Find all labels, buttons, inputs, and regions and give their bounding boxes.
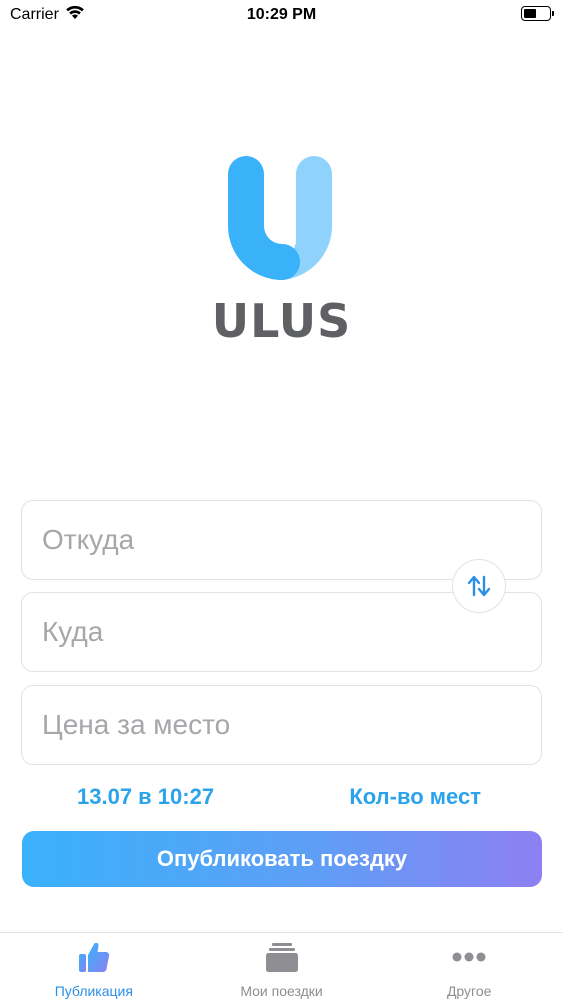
wifi-icon bbox=[65, 5, 85, 25]
tab-publish[interactable]: Публикация bbox=[0, 933, 188, 1000]
app-logo: ULUS bbox=[0, 156, 563, 344]
tab-my-trips[interactable]: Мои поездки bbox=[188, 933, 376, 1000]
status-left: Carrier bbox=[10, 5, 210, 25]
stack-icon bbox=[265, 939, 299, 975]
tab-publish-label: Публикация bbox=[54, 983, 133, 999]
battery-icon bbox=[521, 6, 554, 21]
date-time-link[interactable]: 13.07 в 10:27 bbox=[77, 784, 214, 810]
more-dots-icon bbox=[451, 939, 487, 975]
publish-trip-button[interactable]: Опубликовать поездку bbox=[22, 831, 542, 887]
carrier-label: Carrier bbox=[10, 6, 59, 23]
options-row: 13.07 в 10:27 Кол-во мест bbox=[0, 784, 563, 814]
price-input[interactable] bbox=[42, 709, 521, 741]
battery-fill bbox=[524, 9, 536, 18]
tab-other[interactable]: Другое bbox=[375, 933, 563, 1000]
logo-wordmark: ULUS bbox=[211, 294, 352, 348]
status-bar: Carrier 10:29 PM bbox=[0, 0, 563, 30]
from-input[interactable] bbox=[42, 524, 521, 556]
tab-other-label: Другое bbox=[446, 983, 492, 999]
thumbs-up-icon bbox=[77, 939, 111, 975]
screen: Carrier 10:29 PM ULUS Откуда Куда Цена з… bbox=[0, 0, 563, 1000]
tab-my-trips-label: Мои поездки bbox=[240, 983, 323, 999]
swap-arrows-icon bbox=[467, 575, 491, 597]
price-field[interactable] bbox=[21, 685, 542, 765]
swap-button[interactable] bbox=[452, 559, 506, 613]
ulus-u-logo-icon bbox=[227, 156, 332, 280]
to-input[interactable] bbox=[42, 616, 521, 648]
seats-link[interactable]: Кол-во мест bbox=[349, 784, 481, 810]
tab-bar: Публикация Мои поездки Другое bbox=[0, 932, 563, 1000]
